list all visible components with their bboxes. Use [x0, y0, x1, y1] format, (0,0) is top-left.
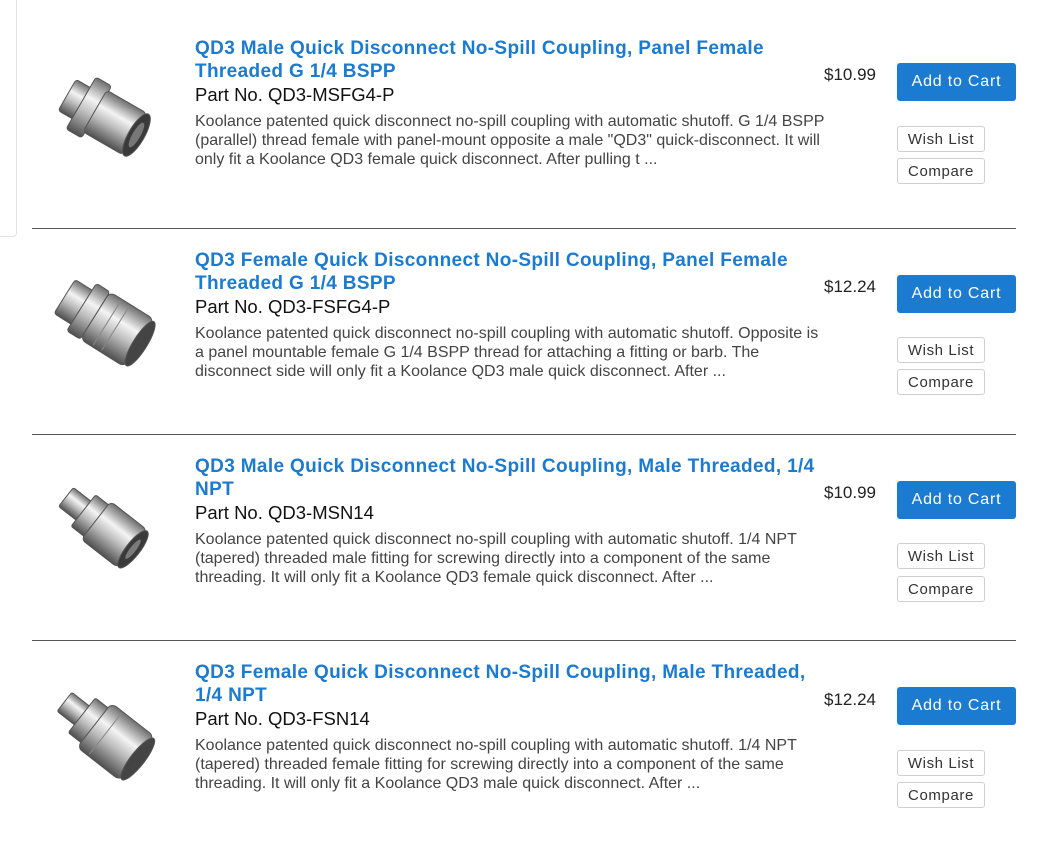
product-item: QD3 Female Quick Disconnect No-Spill Cou…	[32, 228, 1016, 435]
add-to-cart-button[interactable]: Add to Cart	[897, 687, 1016, 725]
product-info: QD3 Female Quick Disconnect No-Spill Cou…	[195, 662, 831, 793]
compare-button[interactable]: Compare	[897, 158, 985, 184]
product-description: Koolance patented quick disconnect no-sp…	[195, 113, 825, 168]
part-number: Part No. QD3-FSFG4-P	[195, 296, 391, 317]
part-number: Part No. QD3-MSFG4-P	[195, 84, 395, 105]
add-to-cart-button[interactable]: Add to Cart	[897, 63, 1016, 101]
product-title-link[interactable]: QD3 Male Quick Disconnect No-Spill Coupl…	[195, 456, 831, 501]
product-info: QD3 Male Quick Disconnect No-Spill Coupl…	[195, 456, 831, 587]
product-image[interactable]	[46, 677, 168, 793]
coupling-photo-icon	[54, 280, 156, 367]
product-title-link[interactable]: QD3 Male Quick Disconnect No-Spill Coupl…	[195, 38, 831, 83]
product-price: $12.24	[824, 690, 876, 709]
compare-button[interactable]: Compare	[897, 369, 985, 395]
product-item: QD3 Male Quick Disconnect No-Spill Coupl…	[32, 434, 1016, 641]
product-title-link[interactable]: QD3 Female Quick Disconnect No-Spill Cou…	[195, 250, 831, 295]
wish-list-button[interactable]: Wish List	[897, 750, 985, 776]
wish-list-button[interactable]: Wish List	[897, 337, 985, 363]
left-panel-edge	[0, 0, 17, 237]
wish-list-button[interactable]: Wish List	[897, 543, 985, 569]
part-number: Part No. QD3-FSN14	[195, 708, 370, 729]
product-item: QD3 Male Quick Disconnect No-Spill Coupl…	[32, 20, 1016, 226]
part-number: Part No. QD3-MSN14	[195, 502, 374, 523]
product-price: $10.99	[824, 483, 876, 502]
product-info: QD3 Male Quick Disconnect No-Spill Coupl…	[195, 38, 831, 169]
product-image[interactable]	[46, 265, 168, 381]
coupling-photo-icon	[57, 692, 156, 781]
coupling-photo-icon	[58, 487, 149, 569]
wish-list-button[interactable]: Wish List	[897, 126, 985, 152]
product-info: QD3 Female Quick Disconnect No-Spill Cou…	[195, 250, 831, 381]
product-description: Koolance patented quick disconnect no-sp…	[195, 737, 797, 792]
product-image[interactable]	[46, 471, 168, 587]
product-image[interactable]	[46, 60, 168, 176]
coupling-photo-icon	[58, 77, 151, 157]
product-description: Koolance patented quick disconnect no-sp…	[195, 531, 797, 586]
product-price: $10.99	[824, 65, 876, 84]
product-description: Koolance patented quick disconnect no-sp…	[195, 325, 819, 380]
product-title-link[interactable]: QD3 Female Quick Disconnect No-Spill Cou…	[195, 662, 831, 707]
product-item: QD3 Female Quick Disconnect No-Spill Cou…	[32, 640, 1016, 847]
product-price: $12.24	[824, 277, 876, 296]
compare-button[interactable]: Compare	[897, 782, 985, 808]
add-to-cart-button[interactable]: Add to Cart	[897, 481, 1016, 519]
compare-button[interactable]: Compare	[897, 576, 985, 602]
add-to-cart-button[interactable]: Add to Cart	[897, 275, 1016, 313]
